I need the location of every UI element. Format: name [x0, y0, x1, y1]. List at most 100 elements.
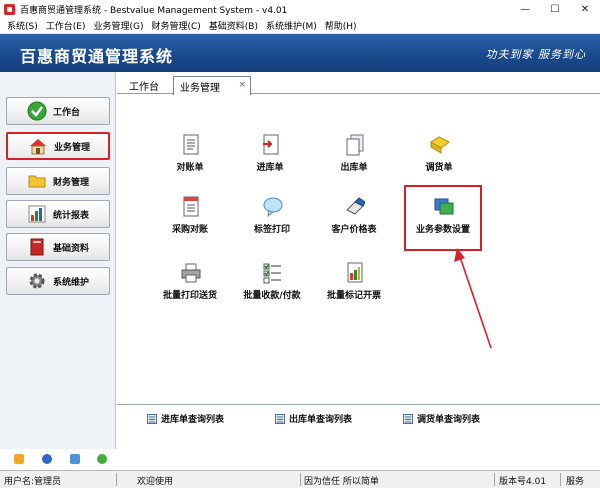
- func-label: 调货单: [425, 163, 453, 173]
- status-separator: [300, 473, 301, 486]
- quick-link-label: 进库单查询列表: [161, 415, 225, 425]
- quick-link-label: 出库单查询列表: [289, 415, 353, 425]
- func-label-print[interactable]: 标签打印: [227, 196, 317, 242]
- tab-workbench[interactable]: 工作台: [123, 77, 165, 94]
- list-icon: [403, 413, 413, 424]
- main-content: 工作台 业务管理 × 对账单 进库单 出库单 调货单 采购对账 标签打印 客户价…: [117, 72, 600, 449]
- menu-business[interactable]: 业务管理(G): [89, 19, 147, 32]
- menu-system[interactable]: 系统(S): [3, 19, 42, 32]
- list-icon: [147, 413, 157, 424]
- nav-label: 统计报表: [53, 210, 90, 221]
- func-batch-print-delivery[interactable]: 批量打印送货: [145, 262, 235, 308]
- status-separator: [560, 473, 561, 486]
- tab-business[interactable]: 业务管理 ×: [173, 76, 251, 95]
- tab-strip: 工作台 业务管理 ×: [117, 72, 600, 95]
- window-icon[interactable]: [70, 454, 80, 464]
- func-purchase-statement[interactable]: 采购对账: [145, 196, 235, 242]
- refresh-icon[interactable]: [97, 454, 107, 464]
- func-stock-out[interactable]: 出库单: [309, 134, 399, 180]
- maximize-button[interactable]: ☐: [540, 0, 570, 18]
- func-label: 出库单: [340, 163, 368, 173]
- nav-maintenance[interactable]: 系统维护: [6, 267, 110, 295]
- func-label: 批量标记开票: [326, 291, 381, 301]
- status-version: 版本号4.01: [499, 477, 547, 487]
- stock-in-doc-icon: [261, 134, 281, 156]
- status-separator: [116, 473, 117, 486]
- quick-link-transfer[interactable]: 调货单查询列表: [403, 412, 480, 425]
- status-welcome: 欢迎使用: [137, 477, 174, 487]
- func-transfer[interactable]: 调货单: [394, 134, 484, 180]
- status-separator: [494, 473, 495, 486]
- menu-finance[interactable]: 财务管理(C): [147, 19, 204, 32]
- status-service: 服务: [566, 477, 585, 487]
- close-button[interactable]: ✕: [570, 0, 600, 18]
- window-title: 百惠商贸通管理系统 - Bestvalue Management System …: [20, 5, 288, 16]
- func-label: 客户价格表: [331, 225, 377, 235]
- quick-link-stock-in[interactable]: 进库单查询列表: [147, 412, 224, 425]
- banner-title: 百惠商贸通管理系统: [20, 47, 174, 66]
- book-icon: [27, 237, 47, 257]
- eraser-icon: [345, 196, 366, 218]
- nav-label: 工作台: [53, 107, 81, 118]
- left-nav: 工作台 业务管理 财务管理 统计报表 基础资料 系统维护: [0, 72, 116, 449]
- func-batch-mark-invoice[interactable]: 批量标记开票: [309, 262, 399, 308]
- quick-link-label: 调货单查询列表: [417, 415, 481, 425]
- chart-icon: [27, 204, 47, 224]
- gear-icon: [27, 271, 47, 291]
- label-bubble-icon: [263, 196, 283, 218]
- menu-bar: 系统(S) 工作台(E) 业务管理(G) 财务管理(C) 基础资料(B) 系统维…: [0, 18, 600, 34]
- func-customer-price[interactable]: 客户价格表: [309, 196, 399, 242]
- house-icon: [28, 136, 48, 156]
- nav-label: 财务管理: [53, 177, 90, 188]
- menu-workbench[interactable]: 工作台(E): [42, 19, 90, 32]
- nav-label: 业务管理: [54, 142, 91, 153]
- minimize-button[interactable]: —: [510, 0, 540, 18]
- func-batch-receipt-payment[interactable]: 批量收款/付款: [227, 262, 317, 308]
- func-stock-in[interactable]: 进库单: [225, 134, 315, 180]
- app-banner: 百惠商贸通管理系统 功夫到家 服务到心: [0, 34, 600, 72]
- status-user: 用户名:管理员: [4, 477, 62, 487]
- menu-basic-data[interactable]: 基础资料(B): [205, 19, 262, 32]
- invoice-icon: [345, 262, 365, 284]
- func-label: 批量收款/付款: [243, 291, 301, 301]
- annotation-arrow: [454, 248, 492, 349]
- status-motto: 因为信任 所以简单: [304, 477, 379, 487]
- check-icon: [27, 101, 47, 121]
- title-bar: 百惠商贸通管理系统 - Bestvalue Management System …: [0, 0, 600, 18]
- banner-slogan: 功夫到家 服务到心: [485, 48, 586, 61]
- nav-business[interactable]: 业务管理: [6, 132, 110, 160]
- info-icon[interactable]: [42, 454, 52, 464]
- nav-workbench[interactable]: 工作台: [6, 97, 110, 125]
- nav-label: 基础资料: [53, 243, 90, 254]
- nav-reports[interactable]: 统计报表: [6, 200, 110, 228]
- nav-basic-data[interactable]: 基础资料: [6, 233, 110, 261]
- menu-maintenance[interactable]: 系统维护(M): [262, 19, 321, 32]
- transfer-folder-icon: [430, 134, 450, 156]
- func-label: 进库单: [256, 163, 284, 173]
- nav-finance[interactable]: 财务管理: [6, 167, 110, 195]
- func-label: 标签打印: [253, 225, 290, 235]
- tab-close-icon[interactable]: ×: [238, 80, 246, 90]
- stock-out-doc-icon: [345, 134, 365, 156]
- tab-label: 业务管理: [180, 82, 220, 94]
- menu-help[interactable]: 帮助(H): [321, 19, 361, 32]
- func-label: 批量打印送货: [162, 291, 217, 301]
- window-controls: — ☐ ✕: [510, 0, 600, 18]
- quick-link-stock-out[interactable]: 出库单查询列表: [275, 412, 352, 425]
- purchase-doc-icon: [181, 196, 201, 218]
- nav-label: 系统维护: [53, 277, 90, 288]
- content-divider: [117, 404, 600, 405]
- app-icon: [4, 3, 15, 15]
- func-label: 对账单: [176, 163, 204, 173]
- edit-icon[interactable]: [14, 454, 24, 464]
- folder-icon: [27, 171, 47, 191]
- printer-icon: [181, 262, 201, 284]
- highlight-box: [404, 185, 482, 251]
- nav-toolbar: [0, 454, 116, 466]
- list-icon: [275, 413, 285, 424]
- func-label: 采购对账: [171, 225, 208, 235]
- statement-doc-icon: [181, 134, 201, 156]
- func-statement[interactable]: 对账单: [145, 134, 235, 180]
- checklist-icon: [263, 262, 283, 284]
- status-bar: 用户名:管理员 欢迎使用 因为信任 所以简单 版本号4.01 服务: [0, 470, 600, 488]
